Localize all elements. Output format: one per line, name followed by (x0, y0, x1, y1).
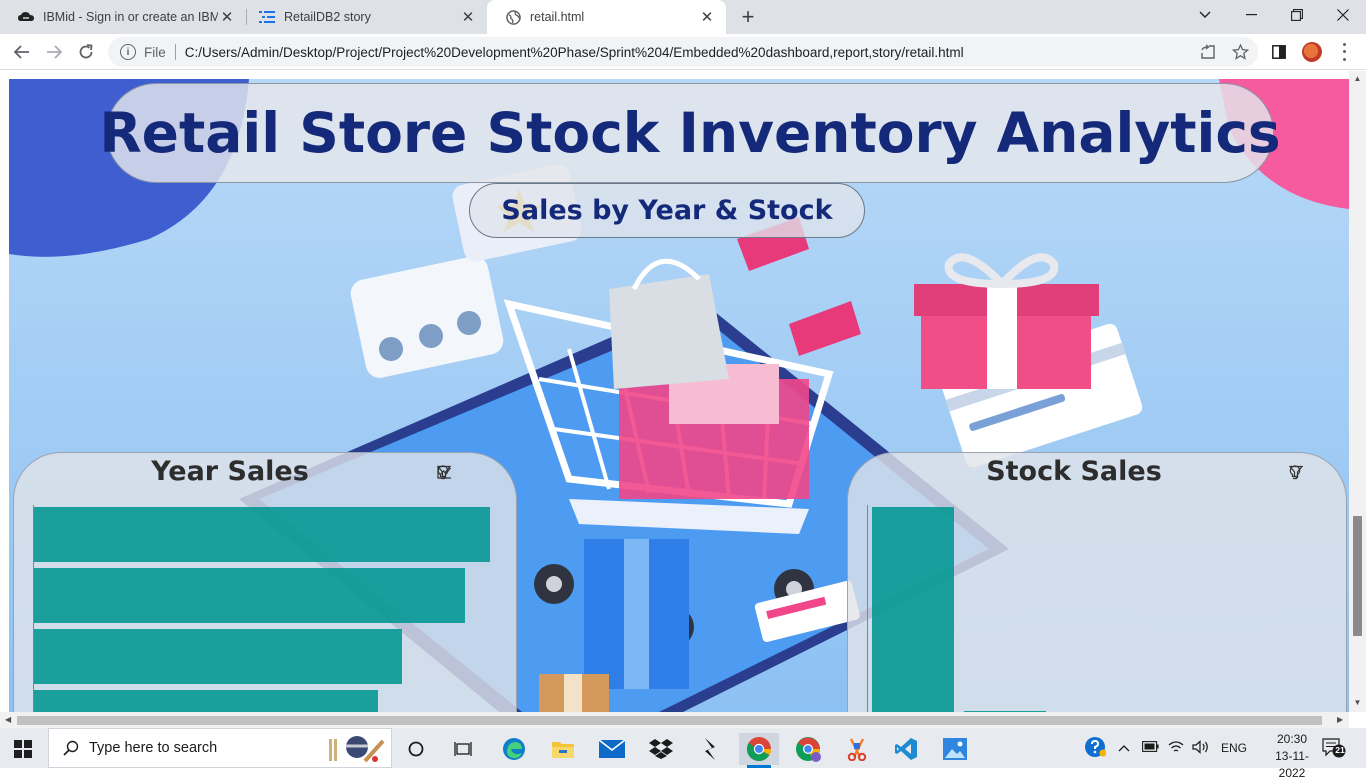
globe-icon (505, 9, 521, 25)
stock-sales-bar[interactable] (872, 507, 954, 719)
panel-toolbar (1289, 465, 1328, 480)
windows-taskbar: Type here to search ENG 20:30 13-11-2022… (0, 728, 1366, 780)
browser-toolbar: i File C:/Users/Admin/Desktop/Project/Pr… (0, 34, 1366, 70)
tab-ibmid[interactable]: IBMid - Sign in or create an IBMid ✕ (0, 0, 246, 34)
scheme-label: File (144, 44, 166, 60)
stock-sales-panel: Stock Sales (847, 452, 1347, 719)
cricket-doodle-icon[interactable] (325, 733, 385, 765)
snipping-tool-icon[interactable] (837, 733, 877, 765)
horizontal-scroll-thumb[interactable] (17, 716, 1322, 725)
address-divider (174, 44, 176, 60)
close-icon[interactable]: ✕ (698, 8, 716, 26)
clock-date: 13-11-2022 (1275, 749, 1309, 780)
story-icon (259, 9, 275, 25)
dropbox-icon[interactable] (641, 733, 681, 765)
ibm-cloud-icon (18, 9, 34, 25)
chart-type-icon[interactable] (437, 465, 476, 480)
vs-code-insiders-icon[interactable] (690, 733, 730, 765)
year-sales-panel: Year Sales (13, 452, 517, 719)
panel-toolbar (437, 465, 500, 480)
insight-bulb-icon[interactable] (1289, 465, 1328, 480)
address-url[interactable]: C:/Users/Admin/Desktop/Project/Project%2… (185, 45, 964, 60)
bookmark-star-icon[interactable] (1231, 43, 1249, 61)
wifi-icon[interactable] (1168, 740, 1186, 757)
scroll-right-icon[interactable]: ▶ (1337, 715, 1343, 724)
vertical-scroll-thumb[interactable] (1353, 516, 1362, 636)
scroll-down-icon[interactable]: ▼ (1353, 698, 1362, 707)
new-tab-button[interactable]: + (736, 4, 760, 29)
taskbar-search-placeholder: Type here to search (89, 740, 218, 756)
scroll-up-icon[interactable]: ▲ (1353, 74, 1362, 83)
chrome-profile-icon[interactable] (788, 733, 828, 765)
vs-code-icon[interactable] (886, 733, 926, 765)
dashboard-title-banner: Retail Store Stock Inventory Analytics (99, 83, 1281, 183)
windows-start-icon[interactable] (14, 740, 32, 758)
page-subtitle: Sales by Year & Stock (501, 195, 833, 226)
year-sales-bar[interactable] (34, 507, 490, 562)
close-icon[interactable]: ✕ (459, 8, 477, 26)
stock-sales-axis (867, 505, 868, 719)
mail-icon[interactable] (592, 733, 632, 765)
tab-retail-html[interactable]: retail.html ✕ (487, 0, 726, 34)
year-sales-bar[interactable] (34, 568, 465, 623)
side-panel-icon[interactable] (1270, 43, 1288, 61)
language-indicator[interactable]: ENG (1221, 741, 1247, 755)
help-icon[interactable] (1084, 736, 1108, 760)
page-viewport: Retail Store Stock Inventory Analytics S… (0, 71, 1366, 726)
dashboard-subtitle-banner: Sales by Year & Stock (469, 183, 865, 238)
profile-avatar[interactable] (1302, 42, 1322, 62)
stock-sales-title: Stock Sales (986, 455, 1162, 487)
horizontal-scrollbar[interactable]: ◀ ▶ (0, 712, 1349, 728)
tab-retaildb2-story[interactable]: RetailDB2 story ✕ (241, 0, 487, 34)
chevron-up-icon[interactable] (1118, 741, 1134, 755)
page-title: Retail Store Stock Inventory Analytics (99, 101, 1281, 165)
system-tray: ENG (1084, 728, 1247, 768)
notification-count-badge: 21 (1335, 745, 1345, 755)
year-sales-bar[interactable] (34, 629, 402, 684)
clock-time: 20:30 (1276, 732, 1308, 746)
close-window-button[interactable] (1320, 0, 1366, 30)
forward-button[interactable] (42, 40, 66, 64)
tab-title: retail.html (530, 10, 585, 24)
dashboard-background: Retail Store Stock Inventory Analytics S… (9, 79, 1349, 719)
search-icon (61, 738, 81, 758)
task-view-icon[interactable] (443, 733, 483, 765)
taskbar-clock[interactable]: 20:30 13-11-2022 (1262, 731, 1322, 782)
close-icon[interactable]: ✕ (218, 8, 236, 26)
scroll-left-icon[interactable]: ◀ (5, 715, 11, 724)
file-explorer-icon[interactable] (543, 733, 583, 765)
site-info-icon[interactable]: i (120, 44, 136, 60)
year-sales-title: Year Sales (151, 455, 309, 487)
minimize-button[interactable] (1228, 0, 1274, 30)
browser-menu-icon[interactable] (1334, 41, 1354, 63)
tab-search-chevron-icon[interactable] (1182, 0, 1228, 30)
notification-center-icon[interactable]: 21 (1322, 738, 1346, 758)
restore-button[interactable] (1274, 0, 1320, 30)
tab-title: RetailDB2 story (284, 10, 371, 24)
volume-icon[interactable] (1192, 739, 1212, 757)
edge-icon[interactable] (494, 733, 534, 765)
share-icon[interactable] (1199, 43, 1217, 61)
browser-tab-strip: IBMid - Sign in or create an IBMid ✕ Ret… (0, 0, 1366, 34)
insight-bulb-icon[interactable] (437, 465, 500, 480)
photos-icon[interactable] (935, 733, 975, 765)
back-button[interactable] (10, 40, 34, 64)
battery-icon[interactable] (1142, 741, 1160, 755)
tab-title: IBMid - Sign in or create an IBMid (43, 10, 218, 24)
taskbar-search-box[interactable]: Type here to search (48, 728, 392, 768)
address-bar[interactable]: i File C:/Users/Admin/Desktop/Project/Pr… (108, 37, 1258, 67)
cortana-icon[interactable] (396, 733, 436, 765)
chrome-icon[interactable] (739, 733, 779, 768)
reload-button[interactable] (74, 40, 98, 64)
vertical-scrollbar[interactable]: ▲ ▼ (1349, 71, 1366, 712)
